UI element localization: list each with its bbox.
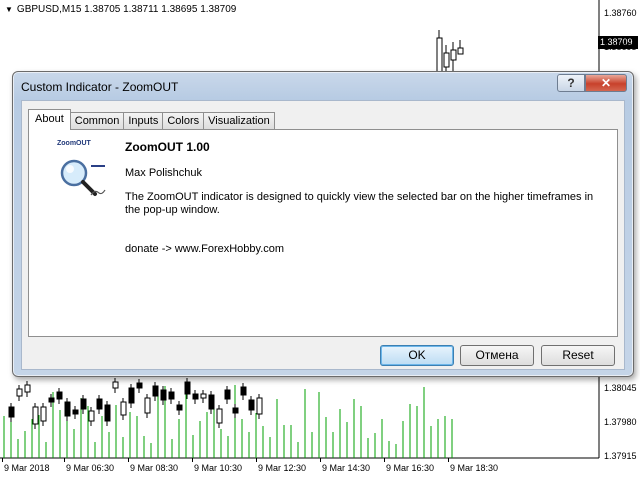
candle-body <box>104 404 111 422</box>
candle-body <box>168 391 175 400</box>
candle-body <box>96 398 103 410</box>
price-label: 1.37915 <box>604 451 637 461</box>
candle-body <box>256 397 263 415</box>
candle-body <box>128 387 135 404</box>
candle-body <box>208 394 215 410</box>
symbol-quote-text: GBPUSD,M15 1.38705 1.38711 1.38695 1.387… <box>16 4 237 15</box>
time-tick <box>2 458 3 462</box>
candle-body <box>152 385 159 397</box>
candle-body <box>112 381 119 389</box>
indicator-author: Max Polishchuk <box>125 167 203 179</box>
price-label: 1.38045 <box>604 383 637 393</box>
dialog-title: Custom Indicator - ZoomOUT <box>21 80 179 94</box>
candle-body <box>232 407 239 414</box>
price-label: 1.38760 <box>604 8 637 18</box>
reset-button[interactable]: Reset <box>541 345 615 366</box>
candle-body <box>443 52 450 68</box>
question-icon: ? <box>567 76 575 90</box>
time-tick <box>64 458 65 462</box>
tab-colors[interactable]: Colors <box>162 112 205 130</box>
candle-body <box>120 401 127 416</box>
chart-symbol-header: ▼ GBPUSD,M15 1.38705 1.38711 1.38695 1.3… <box>5 4 236 15</box>
candle-body <box>88 410 95 422</box>
price-label: 1.38695 <box>604 42 637 52</box>
time-label: 9 Mar 12:30 <box>258 463 307 473</box>
candle-body <box>136 382 143 389</box>
price-label: 1.37980 <box>604 417 637 427</box>
cancel-button[interactable]: Отмена <box>460 345 534 366</box>
candle-body <box>16 388 23 397</box>
indicator-name: ZoomOUT 1.00 <box>125 140 210 154</box>
candle-body <box>450 49 457 61</box>
time-label: 9 Mar 08:30 <box>130 463 179 473</box>
time-tick <box>128 458 129 462</box>
candle-body <box>176 404 183 411</box>
candle-body <box>224 389 231 400</box>
time-label: 9 Mar 10:30 <box>194 463 243 473</box>
close-icon: ✕ <box>600 76 612 90</box>
triangle-down-icon: ▼ <box>5 5 13 14</box>
candle-body <box>200 393 207 399</box>
time-label: 9 Mar 16:30 <box>386 463 435 473</box>
dialog-body: About Common Inputs Colors Visualization… <box>21 100 625 370</box>
zoomout-logo: ZoomOUT <box>51 140 111 206</box>
candle-body <box>64 401 71 417</box>
candle-body <box>192 393 199 400</box>
dialog-title-bar[interactable]: Custom Indicator - ZoomOUT ? ✕ <box>13 72 633 100</box>
candle-body <box>40 406 47 422</box>
candle-body <box>240 386 247 396</box>
tab-inputs[interactable]: Inputs <box>123 112 164 130</box>
time-tick <box>384 458 385 462</box>
donate-link[interactable]: donate -> www.ForexHobby.com <box>125 243 284 255</box>
tab-common[interactable]: Common <box>69 112 125 130</box>
candle-body <box>457 47 464 55</box>
tab-visualization[interactable]: Visualization <box>203 112 275 130</box>
candle-body <box>160 389 167 401</box>
candle-body <box>216 408 223 424</box>
time-tick <box>320 458 321 462</box>
candle-body <box>32 406 39 425</box>
about-panel: ZoomOUT ZoomOUT 1.00 Max Polishchuk The … <box>28 129 618 337</box>
candle-body <box>48 397 55 403</box>
tab-about[interactable]: About <box>28 109 71 130</box>
candle-body <box>144 397 151 414</box>
time-label: 9 Mar 14:30 <box>322 463 371 473</box>
tab-strip: About Common Inputs Colors Visualization <box>28 109 275 130</box>
candle-body <box>184 381 191 395</box>
title-bar-buttons: ? ✕ <box>557 74 627 92</box>
time-label: 9 Mar 18:30 <box>450 463 499 473</box>
candle-body <box>24 384 31 393</box>
time-label: 9 Mar 2018 <box>4 463 50 473</box>
custom-indicator-dialog: Custom Indicator - ZoomOUT ? ✕ About Com… <box>12 71 634 377</box>
time-label: 9 Mar 06:30 <box>66 463 115 473</box>
indicator-description: The ZoomOUT indicator is designed to qui… <box>125 191 594 216</box>
help-button[interactable]: ? <box>557 74 585 92</box>
close-button[interactable]: ✕ <box>585 74 627 92</box>
candle-body <box>248 399 255 411</box>
candle-body <box>72 409 79 415</box>
time-tick <box>256 458 257 462</box>
ok-button[interactable]: OK <box>380 345 454 366</box>
candle-body <box>80 398 87 410</box>
time-tick <box>448 458 449 462</box>
time-tick <box>192 458 193 462</box>
candle-body <box>56 391 63 400</box>
candle-body <box>8 406 15 418</box>
magnifier-icon <box>60 159 106 196</box>
